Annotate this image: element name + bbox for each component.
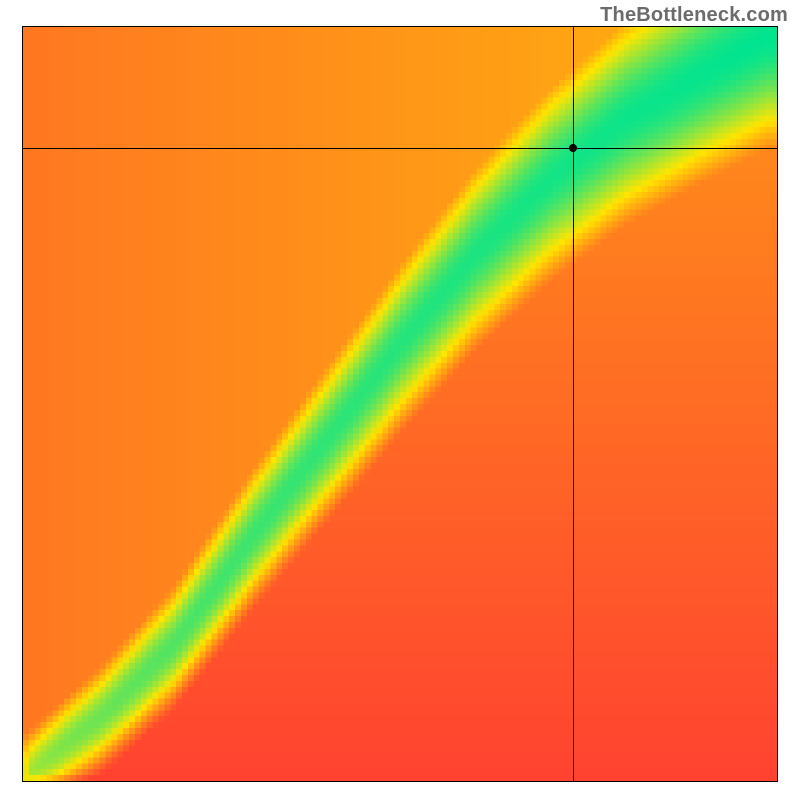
crosshair-vertical bbox=[573, 27, 574, 781]
watermark-text: TheBottleneck.com bbox=[600, 4, 788, 27]
crosshair-horizontal bbox=[23, 148, 777, 149]
chart-container: TheBottleneck.com bbox=[0, 0, 800, 800]
heatmap-canvas bbox=[23, 27, 777, 781]
marker-dot-icon bbox=[569, 144, 577, 152]
heatmap-plot bbox=[22, 26, 778, 782]
